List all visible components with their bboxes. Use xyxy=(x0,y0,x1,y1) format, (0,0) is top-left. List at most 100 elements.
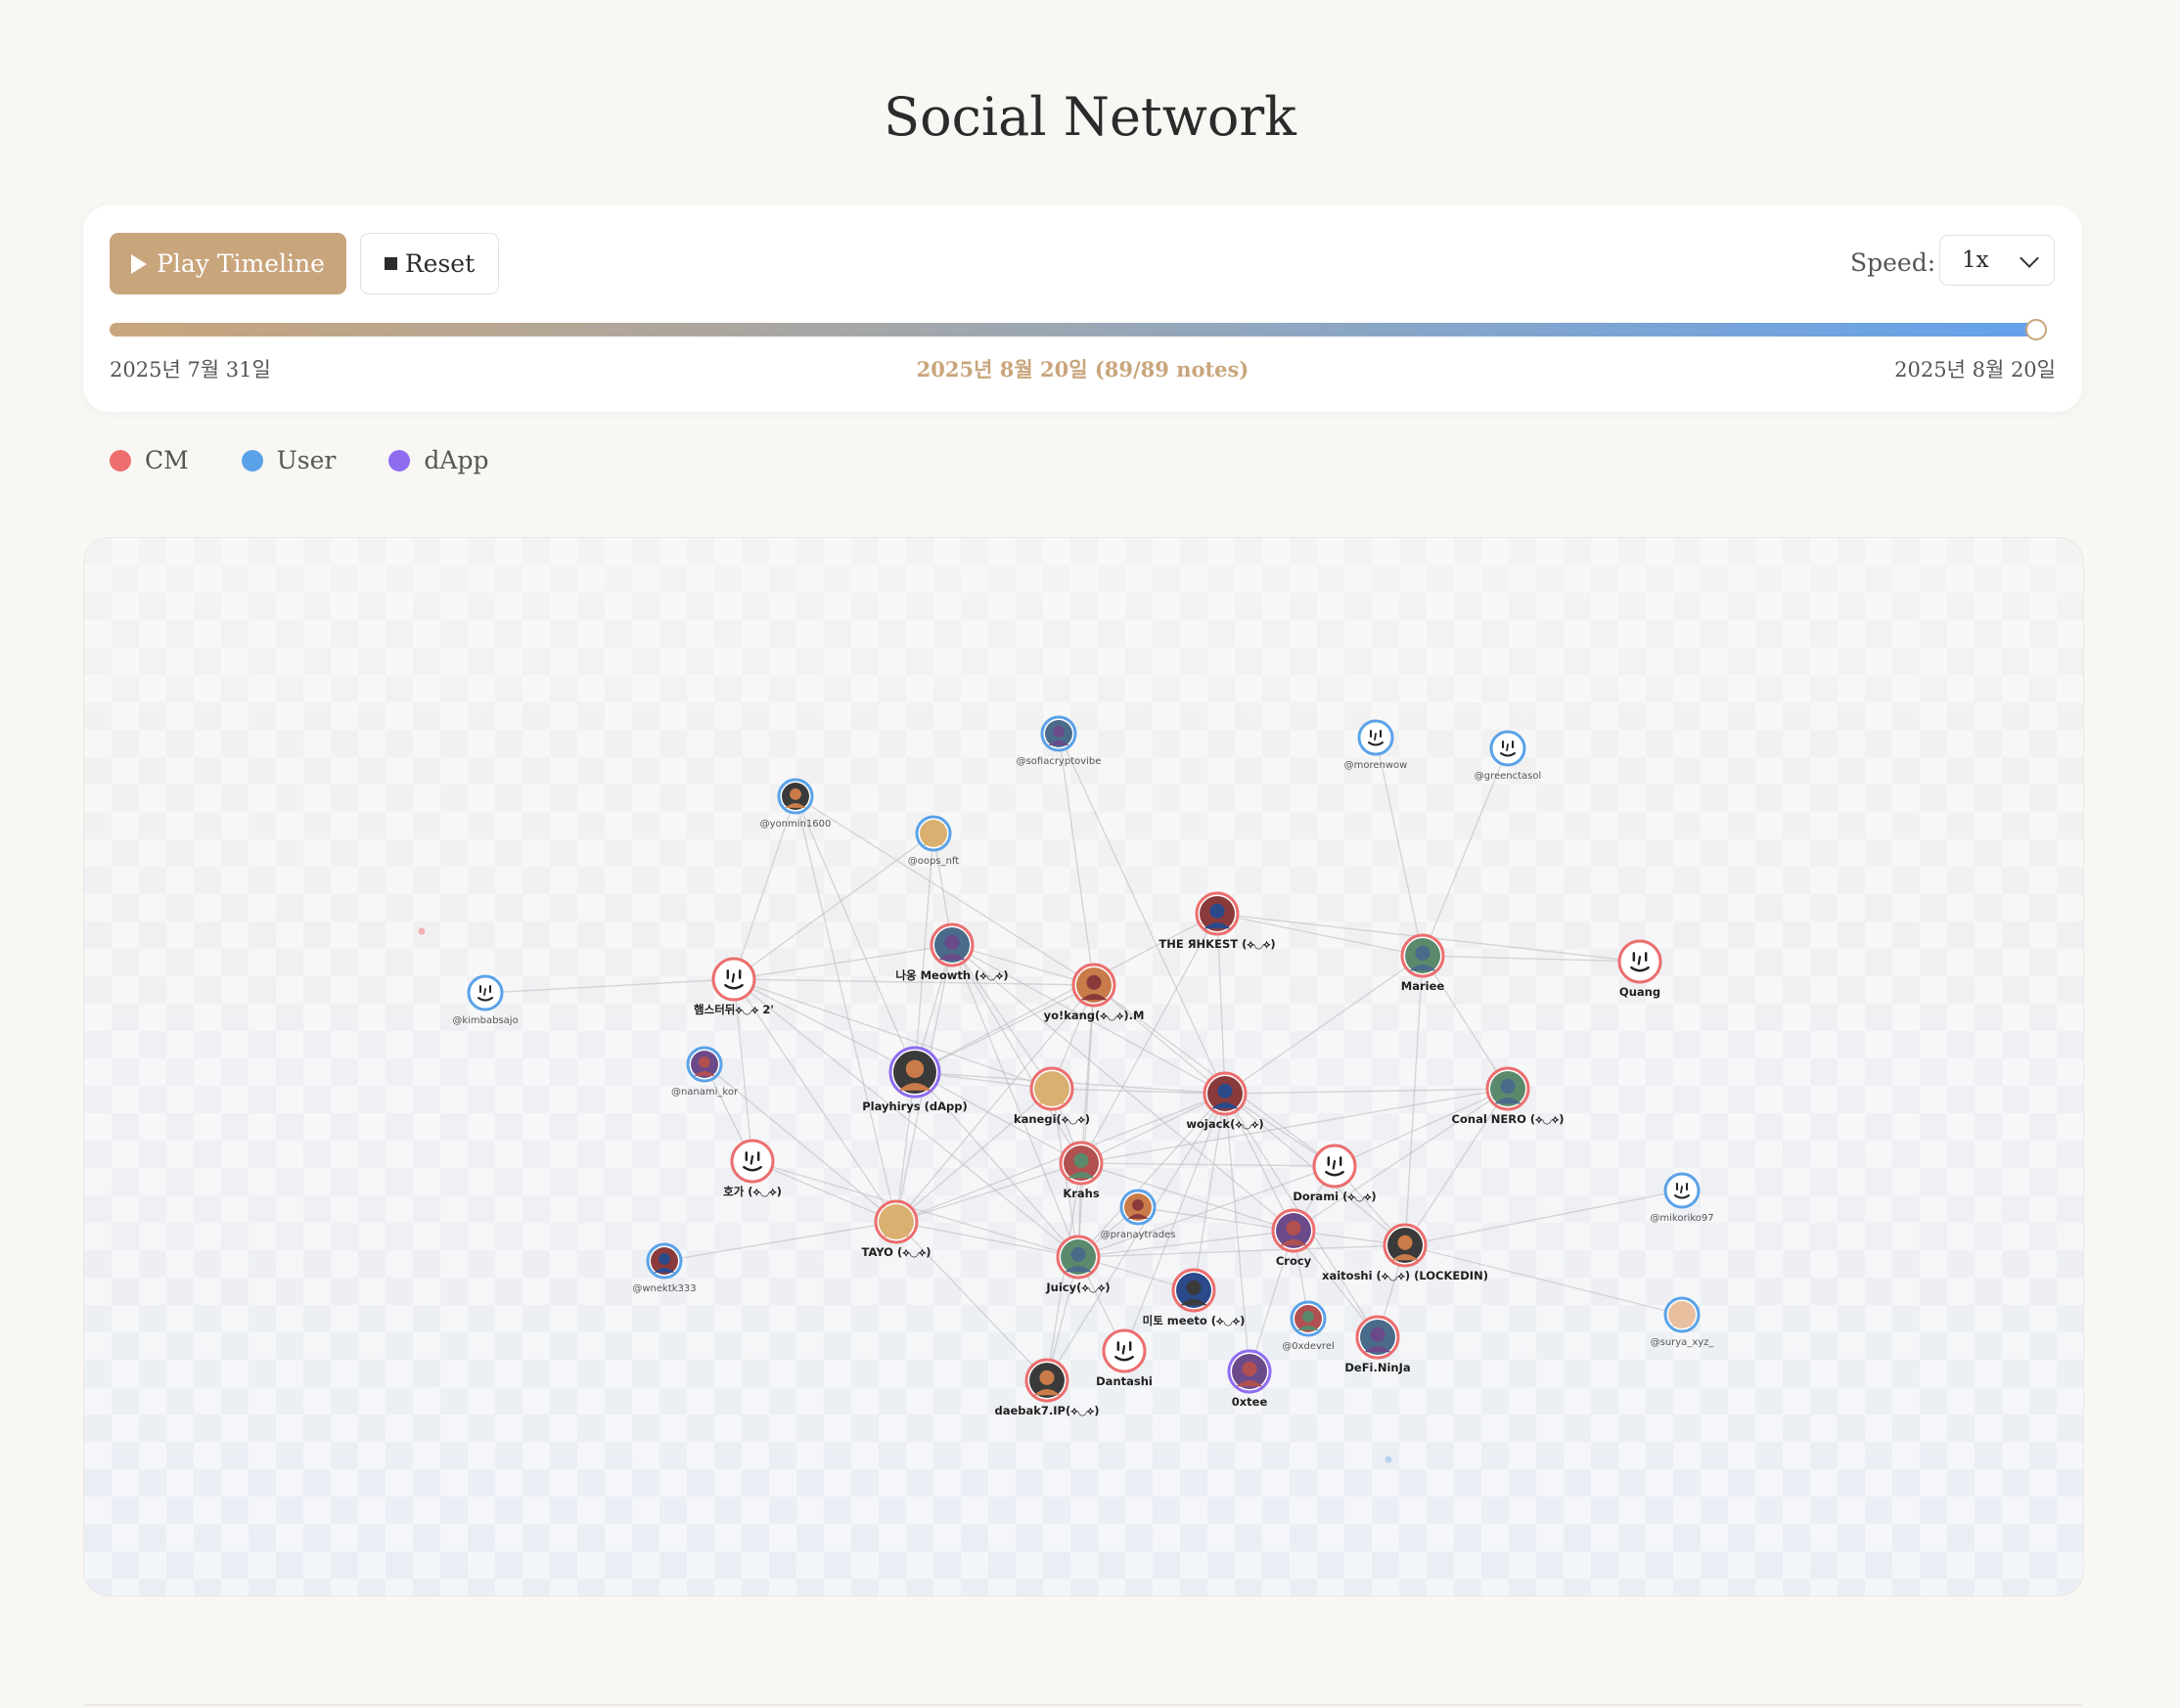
legend-item-cm: CM xyxy=(110,446,189,474)
avatar-photo-icon xyxy=(1029,1363,1065,1398)
edge-mariee-quang xyxy=(1422,955,1641,963)
node-label: @yonmin1600 xyxy=(760,819,832,830)
edge-krahs-tayo xyxy=(895,1162,1082,1223)
node-daebak[interactable]: daebak7.IP(⟡◡⟡) xyxy=(994,1358,1100,1417)
node-label: 나옹 Meowth (⟡◡⟡) xyxy=(895,968,1008,982)
edge-krahs-dorami xyxy=(1080,1162,1336,1167)
node-label: @morenwow xyxy=(1344,760,1408,771)
node-nanami_kor[interactable]: @nanami_kor xyxy=(671,1046,739,1098)
node-kimbabsajo[interactable]: @kimbabsajo xyxy=(452,974,519,1026)
node-label: 미토 meeto (⟡◡⟡) xyxy=(1143,1314,1246,1327)
stray-dot xyxy=(1385,1456,1392,1463)
reset-button[interactable]: Reset xyxy=(360,233,499,294)
node-label: @wnektk333 xyxy=(632,1283,696,1294)
speed-value: 1x xyxy=(1962,247,1989,273)
node-quang[interactable]: Quang xyxy=(1617,939,1662,999)
cm-color-dot xyxy=(110,449,131,472)
footer-divider xyxy=(83,1704,2082,1706)
node-playhirys[interactable]: Playhirys (dApp) xyxy=(862,1046,968,1113)
edge-yokang-wojack xyxy=(1093,984,1226,1095)
speed-select[interactable]: 1x xyxy=(1939,235,2055,286)
avatar-photo-icon xyxy=(1387,1228,1423,1263)
node-mikoriko97[interactable]: @mikoriko97 xyxy=(1650,1172,1714,1224)
nodes-layer: @sofiacryptovibe @morenwow @greenctasol @yo… xyxy=(452,715,1715,1417)
legend-label: dApp xyxy=(424,446,489,474)
node-label: @surya_xyz_ xyxy=(1651,1337,1715,1348)
node-dantashi[interactable]: Dantashi xyxy=(1096,1328,1153,1388)
node-meeto[interactable]: 미토 meeto (⟡◡⟡) xyxy=(1143,1268,1246,1327)
node-label: Quang xyxy=(1619,985,1660,999)
node-0xdevrel[interactable]: @0xdevrel xyxy=(1282,1300,1335,1352)
chevron-down-icon xyxy=(2020,248,2039,268)
node-label: Playhirys (dApp) xyxy=(862,1100,968,1113)
timeline-slider-handle[interactable] xyxy=(2025,319,2047,340)
avatar-photo-icon xyxy=(782,783,809,810)
node-label: @nanami_kor xyxy=(671,1087,739,1098)
node-label: 햄스터뒤⟡◡⟡ 2' xyxy=(694,1003,774,1016)
page-title: Social Network xyxy=(884,86,1296,148)
edge-yonmin1600-tayo xyxy=(795,795,897,1223)
node-defininja[interactable]: DeFi.NinJa xyxy=(1344,1315,1411,1374)
node-mariee[interactable]: Mariee xyxy=(1400,933,1445,993)
legend: CM User dApp xyxy=(110,446,488,474)
node-surya[interactable]: @surya_xyz_ xyxy=(1651,1296,1715,1348)
node-juicy[interactable]: Juicy(⟡◡⟡) xyxy=(1045,1235,1111,1294)
edge-oops_nft-playhirys xyxy=(914,832,934,1073)
network-graph[interactable]: @sofiacryptovibe @morenwow @greenctasol @yo… xyxy=(83,537,2084,1596)
node-label: DeFi.NinJa xyxy=(1344,1361,1410,1374)
node-label: @oops_nft xyxy=(908,856,959,867)
node-meowth[interactable]: 나옹 Meowth (⟡◡⟡) xyxy=(895,922,1009,982)
avatar-photo-icon xyxy=(1061,1239,1096,1275)
user-color-dot xyxy=(241,449,263,472)
node-crocy[interactable]: Crocy xyxy=(1271,1208,1316,1268)
node-label: Crocy xyxy=(1276,1254,1312,1268)
timeline-current-status: 2025년 8월 20일 (89/89 notes) xyxy=(916,357,1249,382)
node-morenwow[interactable]: @morenwow xyxy=(1344,719,1408,771)
node-dorami[interactable]: Dorami (⟡◡⟡) xyxy=(1293,1144,1377,1203)
node-label: Juicy(⟡◡⟡) xyxy=(1045,1281,1110,1294)
node-krahs[interactable]: Krahs xyxy=(1059,1141,1104,1200)
node-yonmin1600[interactable]: @yonmin1600 xyxy=(760,778,832,830)
node-label: Dorami (⟡◡⟡) xyxy=(1293,1190,1376,1203)
play-timeline-button[interactable]: Play Timeline xyxy=(110,233,346,294)
play-icon xyxy=(131,253,148,274)
edge-krahs-crocy xyxy=(1080,1162,1294,1232)
legend-item-dapp: dApp xyxy=(388,446,488,474)
node-wojack[interactable]: wojack(⟡◡⟡) xyxy=(1186,1071,1264,1131)
node-sofiacryptovibe[interactable]: @sofiacryptovibe xyxy=(1017,715,1102,767)
edge-mariee-xaitoshi xyxy=(1404,955,1424,1246)
node-conal[interactable]: Conal NERO (⟡◡⟡) xyxy=(1452,1066,1565,1126)
node-wnektk333[interactable]: @wnektk333 xyxy=(632,1242,697,1294)
node-label: xaitoshi (⟡◡⟡) (LOCKEDIN) xyxy=(1322,1269,1488,1282)
avatar-photo-icon xyxy=(1294,1305,1322,1332)
avatar-photo-icon xyxy=(691,1051,718,1078)
node-kanegi[interactable]: kanegi(⟡◡⟡) xyxy=(1014,1066,1090,1126)
avatar-photo-icon xyxy=(1360,1320,1395,1355)
legend-label: CM xyxy=(145,446,189,474)
timeline-slider-track[interactable] xyxy=(110,323,2047,337)
node-label: yo!kang(⟡◡⟡).M xyxy=(1044,1009,1145,1022)
avatar-photo-icon xyxy=(1668,1301,1696,1328)
node-label: kanegi(⟡◡⟡) xyxy=(1014,1112,1090,1126)
avatar-photo-icon xyxy=(1034,1071,1069,1106)
avatar-photo-icon xyxy=(1405,938,1440,973)
network-graph-canvas[interactable]: @sofiacryptovibe @morenwow @greenctasol @yo… xyxy=(84,538,2083,1596)
node-hamster[interactable]: 햄스터뒤⟡◡⟡ 2' xyxy=(694,957,774,1016)
legend-label: User xyxy=(276,446,337,474)
legend-item-user: User xyxy=(241,446,337,474)
reset-label: Reset xyxy=(404,249,476,278)
node-label: Conal NERO (⟡◡⟡) xyxy=(1452,1112,1565,1126)
node-oops_nft[interactable]: @oops_nft xyxy=(908,815,959,867)
node-label: @sofiacryptovibe xyxy=(1017,756,1102,767)
avatar-photo-icon xyxy=(1276,1213,1311,1248)
avatar-photo-icon xyxy=(1207,1076,1243,1111)
node-label: 0xtee xyxy=(1232,1395,1268,1409)
stray-dot xyxy=(418,927,426,935)
avatar-photo-icon xyxy=(1490,1071,1525,1106)
node-pranaytrades[interactable]: @pranaytrades xyxy=(1101,1189,1176,1240)
node-label: @mikoriko97 xyxy=(1650,1213,1713,1224)
node-label: @kimbabsajo xyxy=(452,1015,518,1026)
node-0xtee[interactable]: 0xtee xyxy=(1227,1349,1272,1409)
node-greenctasol[interactable]: @greenctasol xyxy=(1475,730,1542,782)
node-yokang[interactable]: yo!kang(⟡◡⟡).M xyxy=(1044,963,1145,1022)
